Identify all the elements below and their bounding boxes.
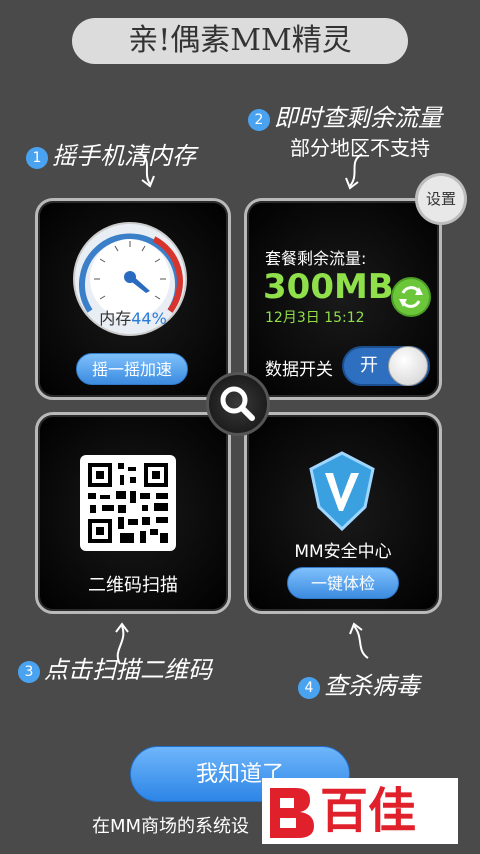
step-badge-2: 2 [248, 108, 270, 131]
memory-readout: 内存44% [38, 305, 228, 329]
footer-note: 在MM商场的系统设 [92, 816, 250, 837]
security-label: MM安全中心 [294, 542, 392, 562]
arrow-down-icon [137, 151, 155, 188]
shield-icon [309, 451, 375, 531]
refresh-icon [399, 286, 423, 308]
hint-traffic-text: 即时查剩余流量 [274, 104, 442, 132]
step-badge-3: 3 [18, 660, 40, 683]
hint-qr-text: 点击扫描二维码 [44, 656, 212, 684]
traffic-time: 12月3日 15:12 [265, 310, 365, 326]
page-title: 亲!偶素MM精灵 [72, 18, 408, 64]
traffic-label: 套餐剩余流量: [265, 249, 367, 268]
hint-traffic: 2 即时查剩余流量 [248, 98, 442, 133]
qr-scan-panel[interactable]: 二维码扫描 [35, 412, 231, 614]
search-button[interactable] [206, 372, 270, 436]
data-switch-label: 数据开关 [265, 360, 333, 380]
toggle-knob [388, 346, 428, 386]
watermark-text: 百佳 [320, 783, 417, 839]
data-switch-state: 开 [360, 355, 378, 376]
hint-shake-text: 摇手机清内存 [52, 142, 196, 170]
hint-virus-text: 查杀病毒 [324, 672, 420, 700]
search-icon [220, 386, 255, 421]
memory-percent: 44% [131, 309, 167, 328]
security-panel: MM安全中心 一键体检 [244, 412, 442, 614]
arrow-up-icon [349, 622, 369, 659]
memory-panel[interactable]: 内存44% 摇一摇加速 [35, 198, 231, 400]
step-badge-4: 4 [298, 676, 320, 699]
watermark-b-icon [270, 788, 314, 838]
qr-scan-label: 二维码扫描 [88, 575, 178, 596]
hint-qr: 3 点击扫描二维码 [18, 650, 212, 685]
arrow-down-icon [345, 153, 363, 190]
hint-virus: 4 查杀病毒 [298, 666, 420, 701]
step-badge-1: 1 [26, 146, 48, 169]
one-click-check-button[interactable]: 一键体检 [287, 567, 399, 599]
watermark-logo: 百佳 [262, 778, 458, 844]
hint-shake: 1 摇手机清内存 [26, 136, 196, 171]
refresh-button[interactable] [391, 277, 431, 317]
memory-label: 内存 [99, 309, 132, 328]
traffic-value: 300MB [263, 267, 394, 307]
shake-boost-button[interactable]: 摇一摇加速 [76, 353, 188, 385]
settings-button[interactable]: 设置 [418, 176, 464, 222]
data-switch-toggle[interactable]: 开 [342, 346, 430, 386]
qr-code-icon [80, 455, 176, 551]
